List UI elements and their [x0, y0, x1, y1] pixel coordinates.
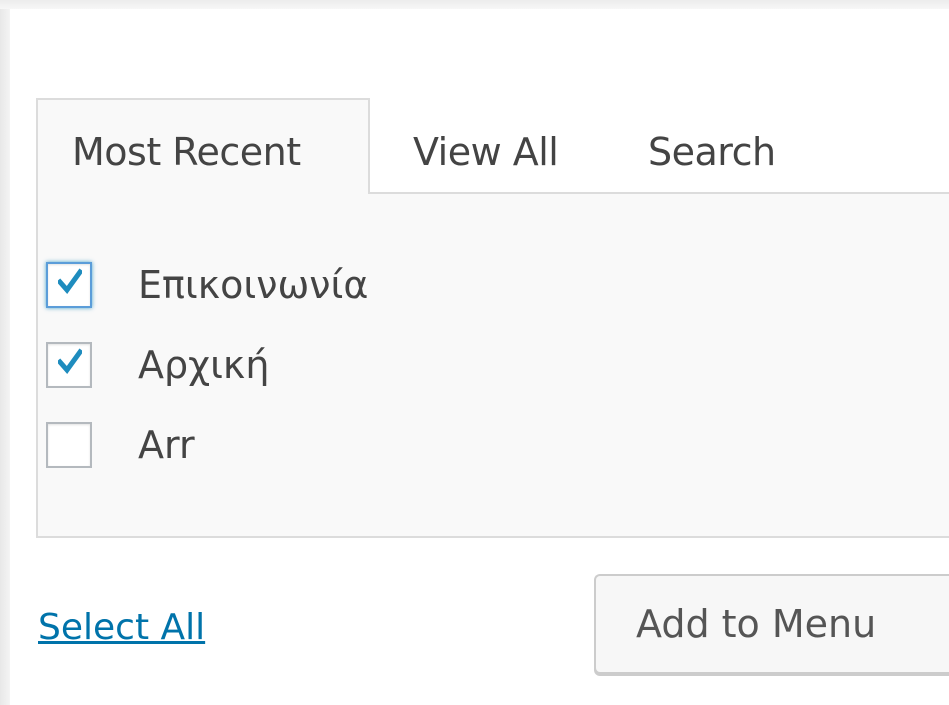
item-label: Arr	[138, 423, 195, 467]
left-edge	[0, 0, 10, 705]
item-checkbox[interactable]	[46, 342, 92, 388]
item-checkbox[interactable]	[46, 262, 92, 308]
tab-most-recent[interactable]: Most Recent	[36, 98, 370, 194]
item-label: Επικοινωνία	[138, 263, 369, 307]
tab-panel-divider	[370, 192, 949, 194]
tab-view-all[interactable]: View All	[413, 130, 559, 174]
list-item[interactable]: Επικοινωνία	[46, 260, 368, 310]
list-item[interactable]: Arr	[46, 420, 195, 470]
item-label: Αρχική	[138, 343, 270, 387]
checkmark-icon	[58, 348, 82, 375]
top-edge	[0, 0, 949, 9]
item-checkbox[interactable]	[46, 422, 92, 468]
checkmark-icon	[58, 268, 82, 295]
add-to-menu-button[interactable]: Add to Menu	[594, 574, 949, 674]
list-item[interactable]: Αρχική	[46, 340, 269, 390]
tab-search[interactable]: Search	[648, 130, 776, 174]
select-all-link[interactable]: Select All	[38, 606, 205, 650]
